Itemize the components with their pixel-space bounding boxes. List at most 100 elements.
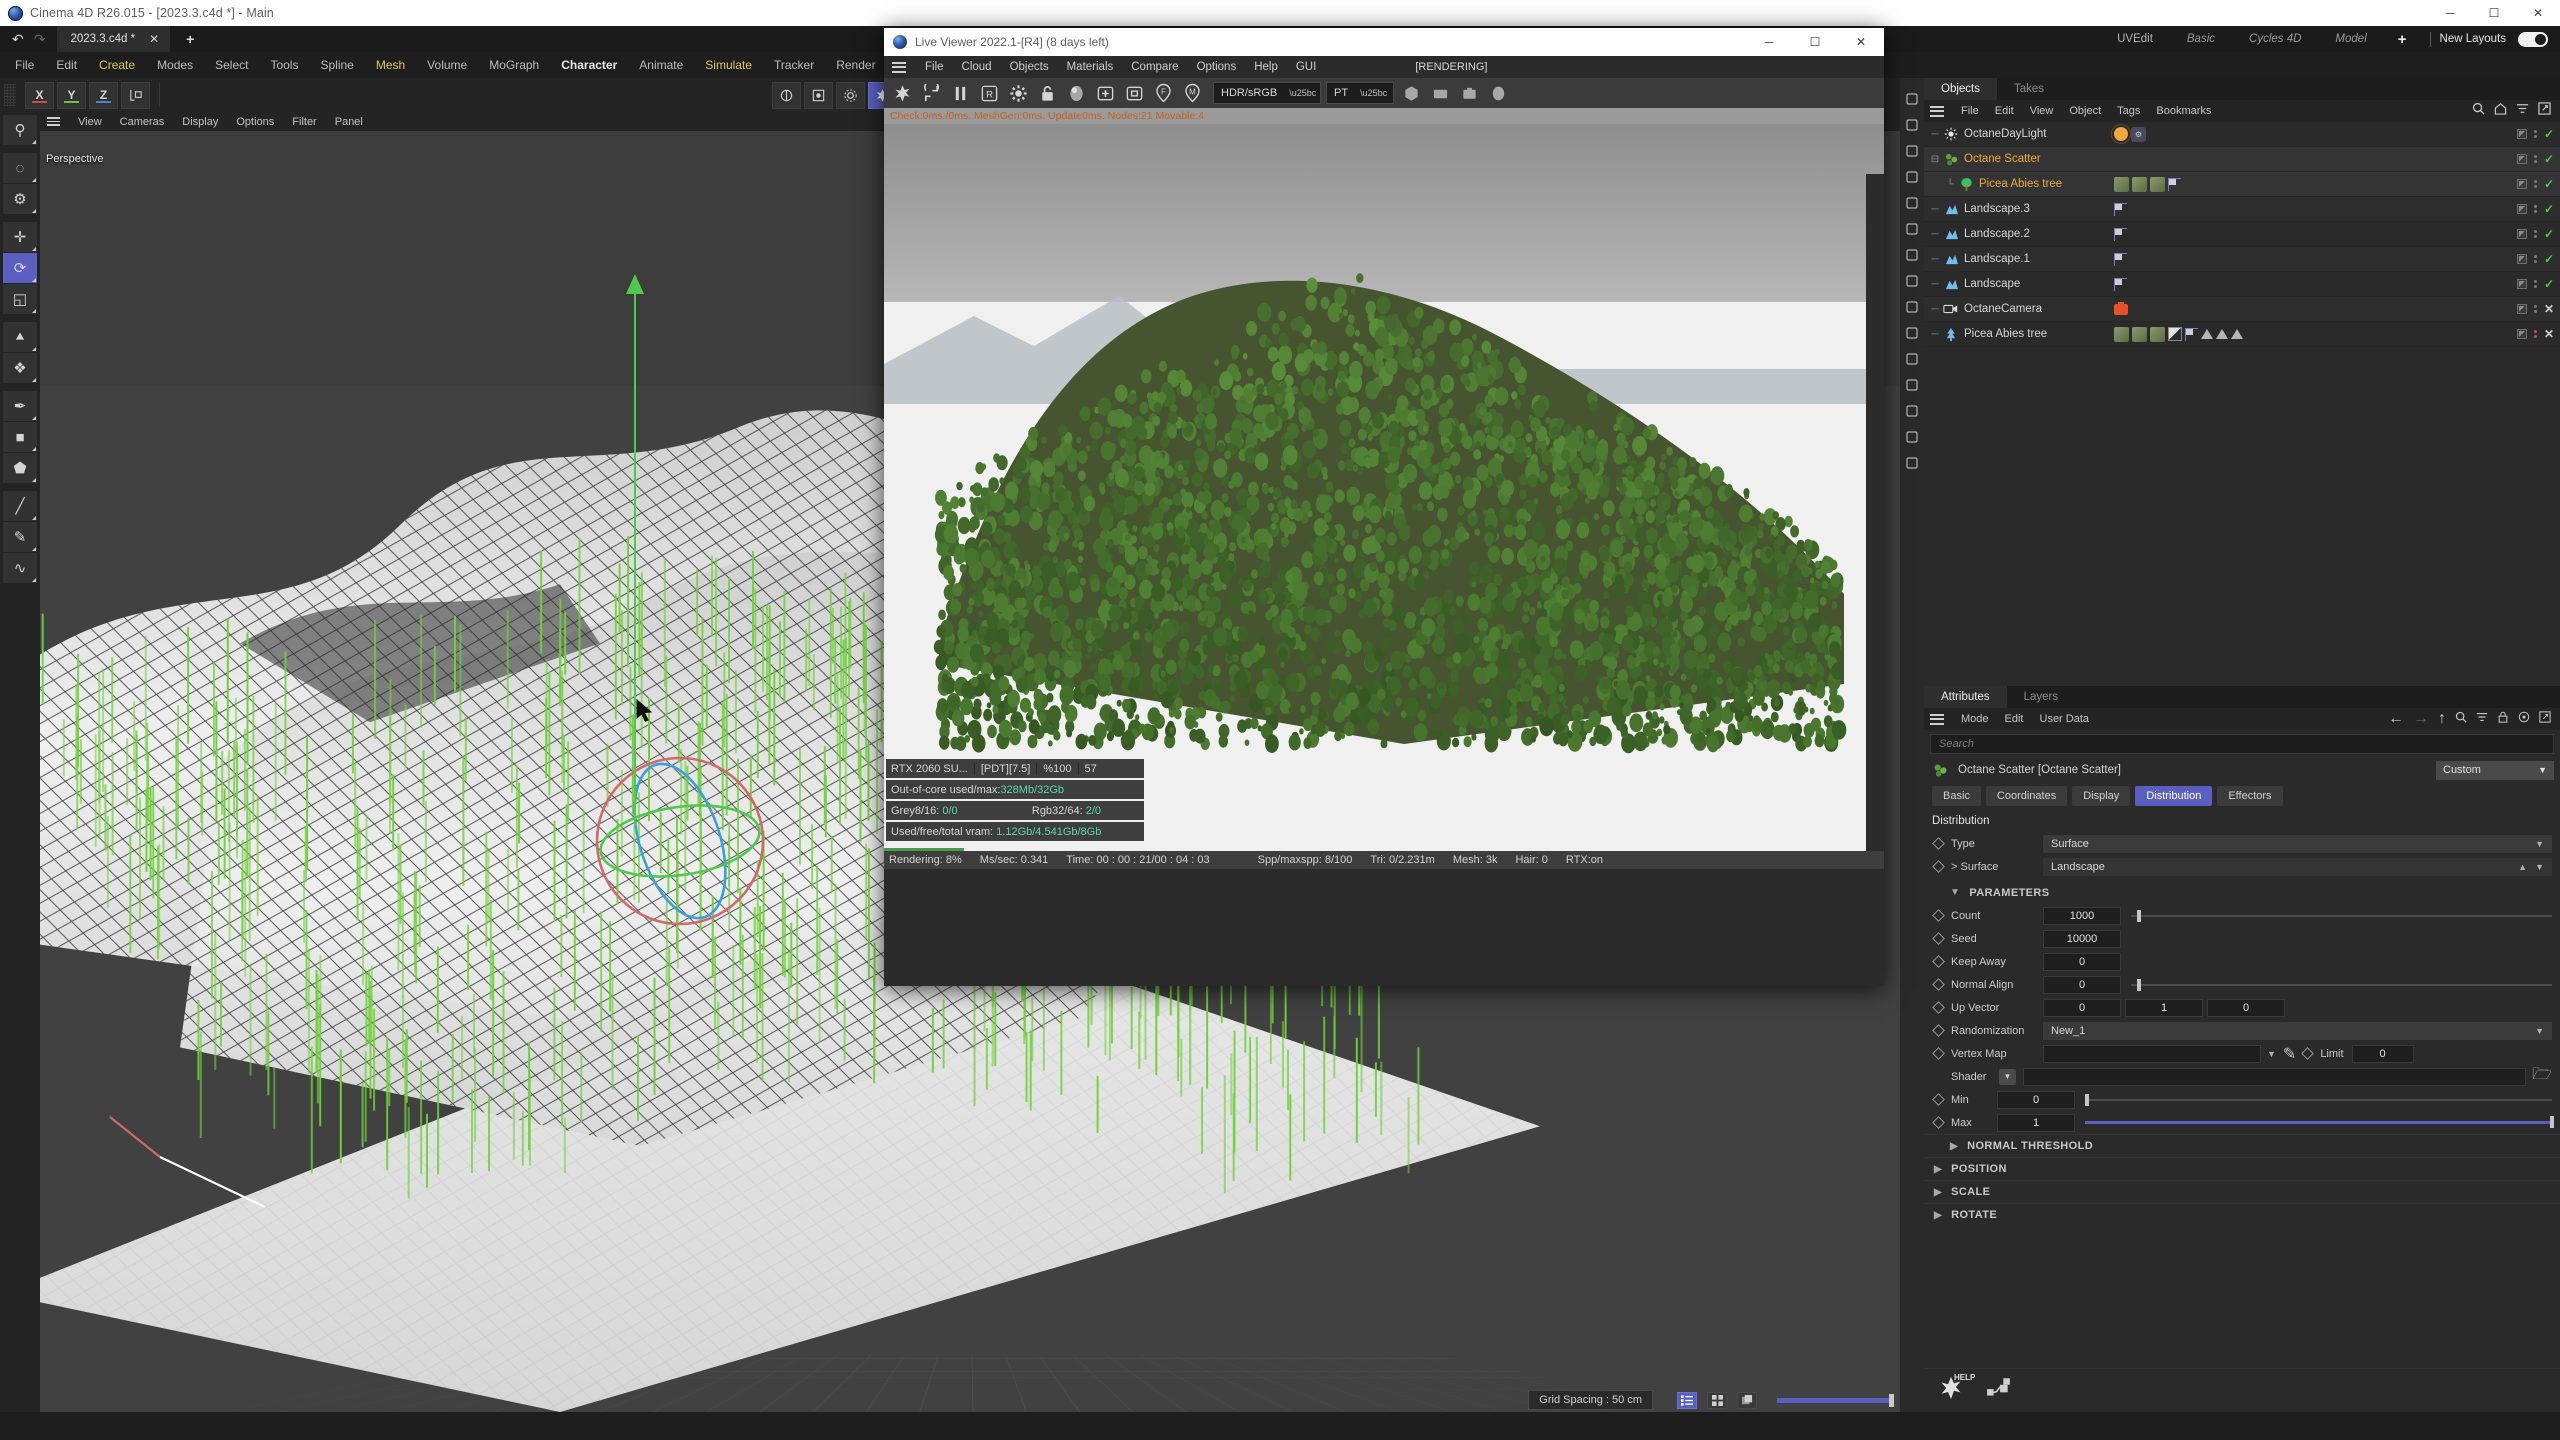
render-settings-icon[interactable] [836,81,865,109]
search-icon[interactable] [2455,710,2467,728]
visibility-dots[interactable] [2533,205,2537,213]
menu-item-volume[interactable]: Volume [416,52,478,78]
type-select[interactable]: Surface ▼ [2043,834,2552,853]
brush-tool[interactable]: ╱ [3,491,37,521]
lv-minimize-button[interactable]: ─ [1746,28,1792,56]
object-name[interactable]: Landscape.1 [1964,253,2030,265]
material-tag-icon[interactable] [2150,326,2165,342]
objects-menu-tags[interactable]: Tags [2109,105,2148,117]
document-tab[interactable]: 2023.3.c4d * ✕ [57,26,171,52]
material-tag-icon[interactable] [2114,176,2129,192]
vertex-map-field[interactable] [2043,1044,2261,1063]
camera-tag-icon[interactable] [2114,301,2128,315]
attributes-menu-icon[interactable] [1930,713,1944,725]
spline-draw-tool[interactable]: ∿ [3,553,37,583]
material-tag-icon[interactable] [2114,326,2129,342]
add-document-button[interactable]: + [170,26,210,52]
table-row[interactable]: ─ OctaneDayLight ✓ ⚙ [1924,122,2560,147]
render-settings-gear-icon[interactable] [1006,81,1030,105]
lv-menu-compare[interactable]: Compare [1122,61,1187,73]
seed-value[interactable]: 10000 [2043,929,2121,948]
octane-object-tag-icon[interactable] [2114,202,2127,216]
tab-layers[interactable]: Layers [2007,686,2076,708]
tab-takes[interactable]: Takes [1997,78,2061,100]
section-rotate[interactable]: ▶ ROTATE [1924,1203,2560,1226]
viewport-menu-icon[interactable] [47,117,60,126]
menu-item-render[interactable]: Render [825,52,886,78]
scale-tool[interactable]: ◱ [3,284,37,314]
viewport-zoom-slider[interactable] [1777,1393,1894,1407]
deformer-tag-icon[interactable] [2201,329,2213,339]
edge-mode-icon[interactable] [1904,142,1921,159]
tree-expand-icon[interactable]: ─ [1929,204,1941,215]
table-row[interactable]: ─ Picea Abies tree ✕ [1924,322,2560,347]
keep-away-value[interactable]: 0 [2043,952,2121,971]
spline-pen-tool[interactable]: ✒ [3,391,37,421]
deformer-tag-icon[interactable] [2216,329,2228,339]
target-icon[interactable] [2518,710,2530,728]
node-editor-icon[interactable] [1986,1377,2012,1404]
visibility-dots[interactable] [2533,155,2537,163]
material-tag-icon[interactable] [2132,176,2147,192]
keyframe-diamond-icon[interactable] [1932,955,1945,968]
lv-menu-options[interactable]: Options [1188,61,1246,73]
attributes-menu-edit[interactable]: Edit [1997,713,2032,725]
animate-mode-icon[interactable] [1904,272,1921,289]
viewport-solo-icon[interactable] [1904,454,1921,471]
object-layer-checkbox[interactable] [2516,329,2527,339]
parameters-section-header[interactable]: ▼ PARAMETERS [1924,881,2560,904]
section-normal-threshold[interactable]: ▶ NORMAL THRESHOLD [1924,1134,2560,1157]
tab-distribution[interactable]: Distribution [2135,786,2213,806]
table-row[interactable]: ─ Landscape.2 ✓ [1924,222,2560,247]
menu-item-mograph[interactable]: MoGraph [478,52,550,78]
attributes-menu-userdata[interactable]: User Data [2032,713,2098,725]
object-name[interactable]: Landscape.2 [1964,228,2030,240]
octane-object-tag-icon[interactable] [2185,327,2198,341]
lv-menu-cloud[interactable]: Cloud [953,61,1001,73]
new-layouts-toggle[interactable] [2518,31,2548,47]
objects-menu-bookmarks[interactable]: Bookmarks [2148,105,2219,117]
maximize-button[interactable]: ☐ [2472,0,2516,26]
geometry-shape-icon[interactable] [1399,81,1423,105]
min-slider[interactable] [2085,1093,2552,1106]
tree-expand-icon[interactable]: ─ [1929,279,1941,290]
live-viewer-render-image[interactable]: RTX 2060 SU... [PDT][7.5] %100 57 Out-of… [884,124,1884,869]
attributes-menu-mode[interactable]: Mode [1953,713,1997,725]
octane-object-tag-icon[interactable] [2114,277,2127,291]
add-layout-button[interactable]: + [2384,31,2421,48]
eyedropper-icon[interactable]: ✎ [2283,1044,2296,1064]
tab-coordinates[interactable]: Coordinates [1985,786,2068,806]
enabled-check-icon[interactable]: ✓ [2544,128,2554,140]
checker-tag-icon[interactable] [2168,327,2182,341]
enabled-check-icon[interactable]: ✓ [2544,203,2554,215]
object-name[interactable]: Octane Scatter [1964,153,2041,165]
objects-menu-icon[interactable] [1930,105,1944,117]
object-layer-checkbox[interactable] [2516,254,2527,264]
attributes-search-input[interactable]: Search [1930,734,2554,754]
menu-item-character[interactable]: Character [550,52,628,78]
tree-expand-icon[interactable]: ─ [1929,304,1941,315]
layout-basic[interactable]: Basic [2170,33,2232,45]
lv-menu-gui[interactable]: GUI [1287,61,1325,73]
table-row[interactable]: ⊟ Octane Scatter ✓ [1924,147,2560,172]
normal-align-slider[interactable] [2131,978,2552,991]
object-name[interactable]: OctaneDayLight [1964,128,2046,140]
object-name[interactable]: Picea Abies tree [1979,178,2062,190]
enabled-check-icon[interactable]: ✓ [2544,153,2554,165]
material-picker-icon[interactable]: M [1180,81,1204,105]
close-button[interactable]: ✕ [2516,0,2560,26]
keyframe-diamond-icon[interactable] [1932,1116,1945,1129]
live-selection-tool[interactable]: ◌ [3,153,37,183]
viewport-menu-display[interactable]: Display [173,116,227,128]
tab-objects[interactable]: Objects [1924,78,1997,100]
pause-render-icon[interactable] [948,81,972,105]
view-mode-grid-icon[interactable] [1707,1391,1727,1409]
max-slider[interactable] [2085,1116,2554,1128]
keyframe-diamond-icon[interactable] [1932,1024,1945,1037]
cube-brush-tool[interactable]: ⬟ [3,453,37,483]
shader-field[interactable] [2023,1067,2527,1086]
restart-render-icon[interactable] [919,81,943,105]
undo-icon[interactable]: ↶ [12,32,24,46]
keyframe-diamond-icon[interactable] [2301,1047,2315,1060]
keyframe-diamond-icon[interactable] [1932,860,1945,873]
